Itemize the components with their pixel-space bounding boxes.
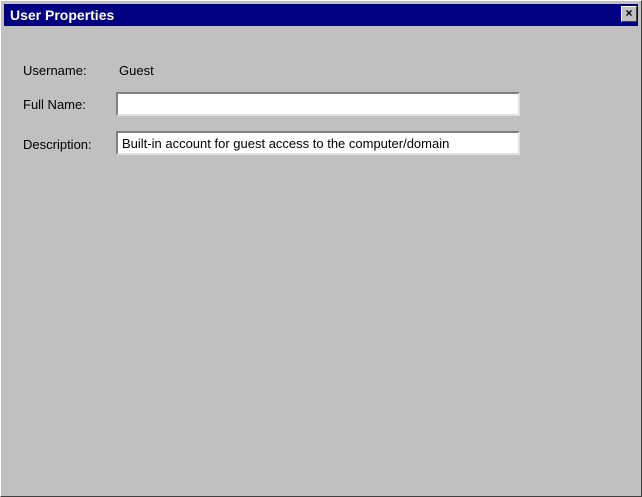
username-label: Username: bbox=[23, 63, 87, 78]
fullname-field[interactable] bbox=[116, 92, 520, 116]
username-value: Guest bbox=[119, 63, 154, 78]
description-field[interactable]: Built-in account for guest access to the… bbox=[116, 131, 520, 155]
close-button[interactable]: × bbox=[621, 6, 637, 22]
window-title: User Properties bbox=[10, 7, 115, 23]
description-label: Description: bbox=[23, 137, 92, 152]
user-properties-dialog: User Properties × Username: Guest Full N… bbox=[0, 0, 642, 497]
title-bar: User Properties × bbox=[4, 4, 638, 26]
fullname-label: Full Name: bbox=[23, 97, 86, 112]
